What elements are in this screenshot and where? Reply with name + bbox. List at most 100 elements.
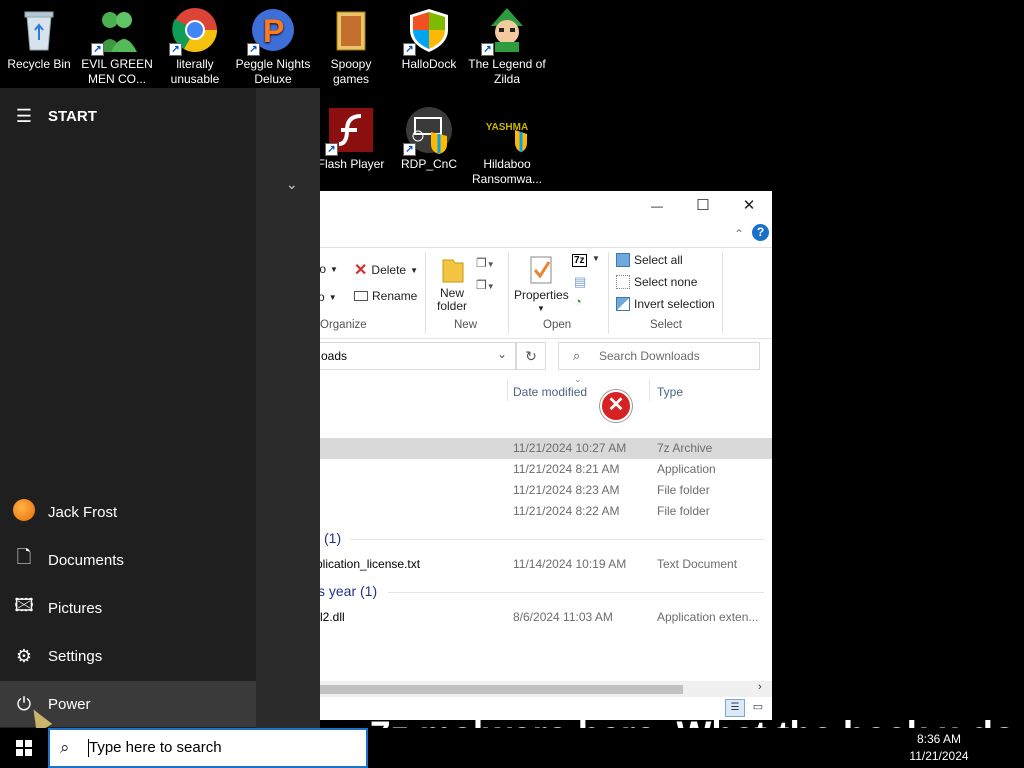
folder-icon xyxy=(327,6,375,54)
file-explorer-window[interactable]: — ☐ ✕ ⌃ ? to ▼ o ▼ ✕ Delete ▼ Rename Organ… xyxy=(258,191,772,720)
desktop-icon-peggle[interactable]: P ↗ Peggle Nights Deluxe xyxy=(234,6,312,87)
new-item-button[interactable]: ❐▼ xyxy=(476,256,495,270)
peggle-icon: P ↗ xyxy=(247,6,297,56)
edit-icon[interactable]: ▤ xyxy=(574,274,586,290)
taskbar-search-input[interactable]: ⌕ Type here to search xyxy=(48,728,368,768)
dropdown-arrow-icon: ▼ xyxy=(410,265,419,275)
dropdown-arrow-icon: ▼ xyxy=(328,292,337,302)
invert-selection-icon xyxy=(616,297,630,311)
windows-shield-icon: ↗ xyxy=(403,6,453,56)
column-header-date[interactable]: Date modified xyxy=(513,385,587,399)
desktop-icon-rdp-cnc[interactable]: ↗ RDP_CnC xyxy=(390,106,468,172)
collapse-ribbon-icon[interactable]: ⌃ xyxy=(734,227,744,241)
refresh-button[interactable]: ↻ xyxy=(516,342,546,370)
file-row[interactable]: plication_license.txt 11/14/2024 10:19 A… xyxy=(258,554,772,575)
system-clock[interactable]: 8:36 AM 11/21/2024 xyxy=(908,729,970,767)
7z-button[interactable]: 7z xyxy=(572,254,587,267)
start-item-pictures[interactable]: 🖾 Pictures xyxy=(0,585,256,631)
new-folder-button[interactable]: New folder xyxy=(434,254,470,313)
select-all-icon xyxy=(616,253,630,267)
delete-button[interactable]: ✕ Delete ▼ xyxy=(354,260,418,280)
rename-button[interactable]: Rename xyxy=(354,289,417,303)
expand-chevron-icon[interactable]: ⌄ xyxy=(286,176,298,193)
start-rail xyxy=(0,88,256,728)
start-user-item[interactable]: Jack Frost xyxy=(0,489,256,535)
group-divider xyxy=(388,592,764,593)
dropdown-arrow-icon: ▼ xyxy=(537,304,545,313)
sort-arrow-icon: ⌄ xyxy=(574,374,582,384)
desktop-icon-hildaboo[interactable]: YASHMA Hildaboo Ransomwa... xyxy=(468,106,546,187)
7z-dropdown-icon[interactable]: ▼ xyxy=(592,254,600,263)
ribbon-separator xyxy=(608,252,609,334)
select-none-button[interactable]: Select none xyxy=(616,275,697,289)
easy-access-button[interactable]: ❒▼ xyxy=(476,278,495,292)
scroll-right-icon[interactable]: › xyxy=(758,681,762,693)
file-row[interactable]: 11/21/2024 10:27 AM 7z Archive xyxy=(258,438,772,459)
svg-text:P: P xyxy=(263,13,284,49)
start-item-settings[interactable]: ⚙ Settings xyxy=(0,633,256,679)
file-row[interactable]: 11/21/2024 8:22 AM File folder xyxy=(258,501,772,522)
desktop-icon-flash-player[interactable]: ↗ Flash Player xyxy=(312,106,390,172)
group-header-year[interactable]: s year (1) xyxy=(318,583,377,599)
start-title: START xyxy=(48,107,97,125)
new-folder-icon xyxy=(442,259,464,283)
address-text: oads xyxy=(321,349,348,363)
group-label-open: Open xyxy=(543,319,572,331)
search-input[interactable]: ⌕ Search Downloads xyxy=(558,342,760,370)
flash-icon: ↗ xyxy=(325,106,375,156)
history-icon[interactable]: ◔ xyxy=(574,294,582,309)
group-header-week[interactable]: (1) xyxy=(324,530,341,546)
group-label-organize: Organize xyxy=(320,319,367,331)
rename-icon xyxy=(354,291,368,301)
invert-selection-button[interactable]: Invert selection xyxy=(616,297,715,311)
address-dropdown-icon[interactable]: ⌄ xyxy=(497,347,507,361)
hamburger-icon[interactable]: ☰ xyxy=(0,106,48,127)
group-divider xyxy=(350,539,764,540)
file-row[interactable]: l2.dll 8/6/2024 11:03 AM Application ext… xyxy=(258,607,772,628)
maximize-button[interactable]: ☐ xyxy=(680,191,726,221)
shortcut-arrow-icon: ↗ xyxy=(325,143,338,156)
group-label-new: New xyxy=(454,319,478,331)
yashma-icon: YASHMA xyxy=(483,106,531,154)
move-to-button[interactable]: o ▼ xyxy=(318,290,337,304)
group-label-select: Select xyxy=(650,319,682,331)
desktop-icon-recycle-bin[interactable]: Recycle Bin xyxy=(0,6,78,72)
help-icon[interactable]: ? xyxy=(752,224,769,241)
select-all-button[interactable]: Select all xyxy=(616,253,683,267)
search-icon: ⌕ xyxy=(573,348,581,363)
zilda-icon: ↗ xyxy=(481,6,531,56)
shortcut-arrow-icon: ↗ xyxy=(169,43,182,56)
desktop-icon-spoopy-games[interactable]: Spoopy games xyxy=(312,6,390,87)
start-button[interactable] xyxy=(0,728,48,768)
shortcut-arrow-icon: ↗ xyxy=(403,143,416,156)
taskbar: ⌕ Type here to search xyxy=(0,728,1024,768)
rdp-icon: ↗ xyxy=(403,106,453,156)
desktop-icon-evil-green-men[interactable]: ↗ EVIL GREEN MEN CO... xyxy=(78,6,156,87)
close-button[interactable]: ✕ xyxy=(726,191,772,221)
minimize-button[interactable]: — xyxy=(634,191,680,221)
file-row[interactable]: 11/21/2024 8:23 AM File folder xyxy=(258,480,772,501)
shortcut-arrow-icon: ↗ xyxy=(481,43,494,56)
desktop-icon-chrome[interactable]: ↗ literally unusable xyxy=(156,6,234,87)
desktop-icon-hallodock[interactable]: ↗ HalloDock xyxy=(390,6,468,72)
start-item-documents[interactable]: 🗋 Documents xyxy=(0,537,256,583)
horizontal-scrollbar[interactable]: › xyxy=(258,681,772,697)
dropdown-arrow-icon: ▼ xyxy=(330,264,338,274)
column-header-type[interactable]: Type xyxy=(657,385,683,399)
column-divider xyxy=(507,379,508,401)
ribbon-tabs: ⌃ ? xyxy=(258,221,772,247)
gear-icon: ⚙ xyxy=(15,645,33,666)
desktop-icon-legend-of-zilda[interactable]: ↗ The Legend of Zilda xyxy=(468,6,546,87)
shortcut-arrow-icon: ↗ xyxy=(91,43,104,56)
delete-x-icon: ✕ xyxy=(354,262,368,279)
properties-button[interactable]: Properties ▼ xyxy=(514,254,569,315)
recycle-bin-icon xyxy=(15,6,63,54)
file-row[interactable]: 11/21/2024 8:21 AM Application xyxy=(258,459,772,480)
ribbon: to ▼ o ▼ ✕ Delete ▼ Rename Organize New fo… xyxy=(258,247,772,339)
column-divider xyxy=(649,379,650,401)
scrollbar-thumb[interactable] xyxy=(258,685,683,694)
chrome-icon: ↗ xyxy=(169,6,219,56)
start-header[interactable]: ☰ START xyxy=(0,96,256,136)
start-menu[interactable]: ☰ START ⌄ Jack Frost 🗋 Documents 🖾 Pictu… xyxy=(0,88,320,734)
document-icon: 🗋 xyxy=(16,547,32,567)
